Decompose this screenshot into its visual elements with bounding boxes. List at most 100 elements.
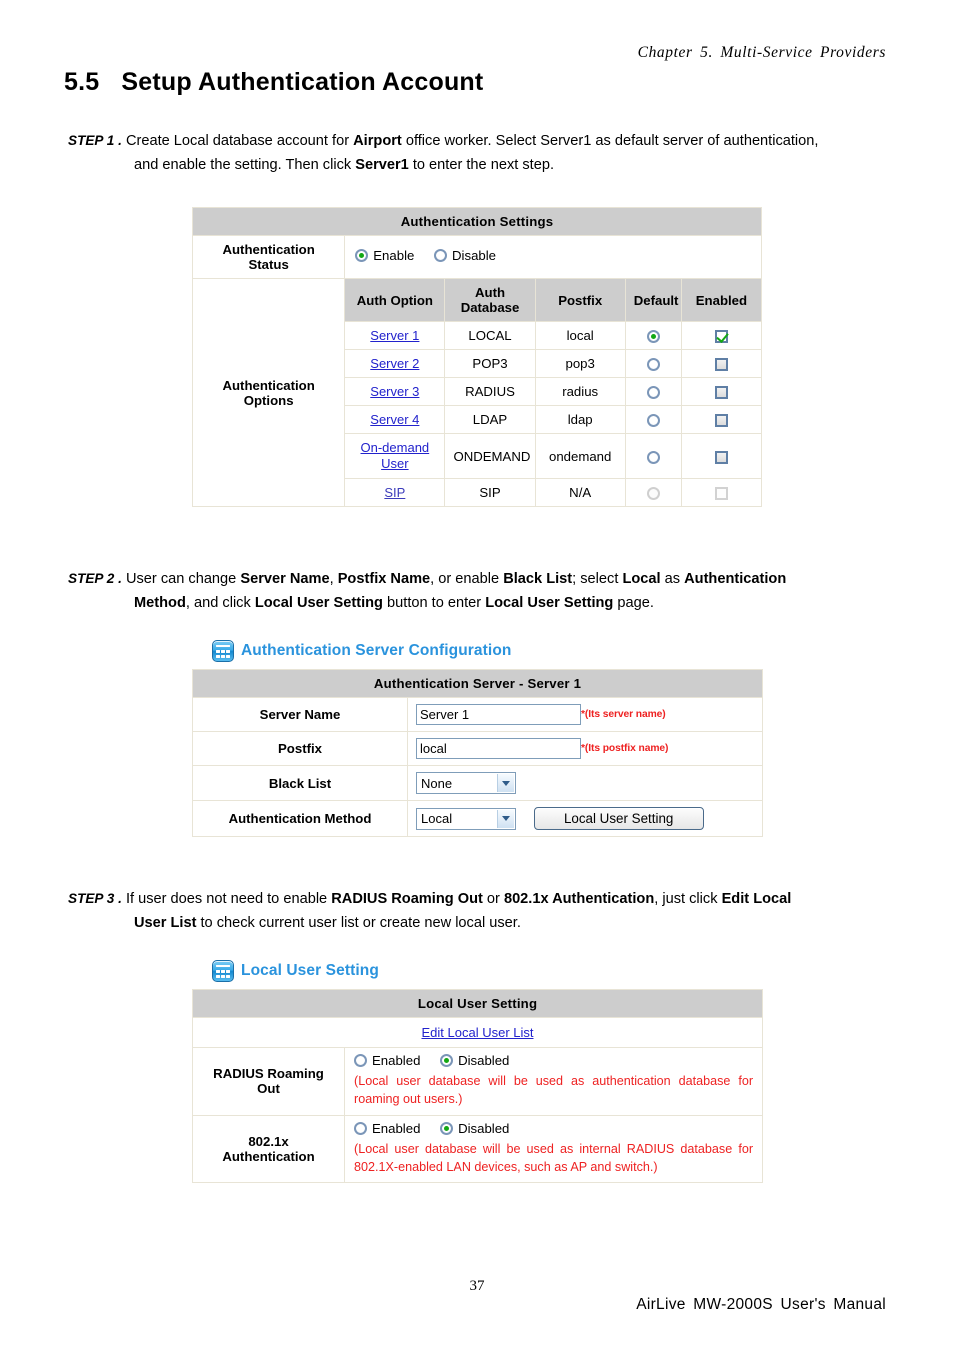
enabled-cell[interactable] bbox=[680, 321, 763, 351]
dot1x-authentication-note: (Local user database will be used as int… bbox=[354, 1141, 754, 1174]
auth-option-cell[interactable]: Server 2 bbox=[344, 349, 446, 379]
server-4-link[interactable]: Server 4 bbox=[370, 412, 419, 427]
local-user-setting-button[interactable]: Local User Setting bbox=[533, 807, 704, 830]
default-radio-disabled bbox=[646, 487, 660, 501]
default-cell bbox=[624, 478, 682, 508]
postfix-input[interactable]: local bbox=[416, 738, 581, 759]
dot1x-enabled-radio[interactable] bbox=[354, 1121, 367, 1135]
authentication-method-value: Local bbox=[421, 811, 453, 826]
status-disable-radio[interactable] bbox=[434, 249, 448, 263]
edit-local-user-list-cell[interactable]: Edit Local User List bbox=[191, 1017, 764, 1048]
auth-option-cell[interactable]: SIP bbox=[344, 478, 446, 508]
status-enable-radio[interactable] bbox=[355, 249, 369, 263]
default-cell[interactable] bbox=[624, 377, 682, 407]
enabled-cell[interactable] bbox=[680, 377, 763, 407]
auth-database-cell: LOCAL bbox=[444, 321, 536, 351]
default-cell[interactable] bbox=[624, 321, 682, 351]
step-2-text-h: Local bbox=[622, 571, 661, 587]
radius-roaming-out-cell: Enabled Disabled (Local user database wi… bbox=[343, 1047, 764, 1116]
enabled-checkbox[interactable] bbox=[714, 414, 728, 428]
default-cell[interactable] bbox=[624, 349, 682, 379]
radius-disabled-radio[interactable] bbox=[440, 1054, 454, 1068]
enabled-cell[interactable] bbox=[680, 349, 763, 379]
local-user-setting-panel-title: Local User Setting bbox=[212, 960, 762, 982]
step-3-text-e: , just click bbox=[654, 891, 722, 907]
enabled-checkbox[interactable] bbox=[714, 330, 728, 344]
step-2-tag: STEP 2 . bbox=[68, 571, 122, 586]
default-cell[interactable] bbox=[624, 405, 682, 435]
authentication-options-label: Authentication Options bbox=[222, 377, 315, 408]
radius-enabled-option[interactable]: Enabled bbox=[354, 1054, 420, 1067]
dot1x-disabled-radio[interactable] bbox=[440, 1121, 454, 1135]
dot1x-disabled-label: Disabled bbox=[458, 1120, 510, 1136]
postfix-cell: ldap bbox=[534, 405, 626, 435]
table-caption-row: Authentication Server - Server 1 bbox=[192, 669, 763, 698]
black-list-select[interactable]: None bbox=[416, 772, 516, 794]
auth-database-cell: ONDEMAND bbox=[444, 433, 536, 480]
dot1x-enabled-option[interactable]: Enabled bbox=[354, 1121, 420, 1135]
server-2-link[interactable]: Server 2 bbox=[370, 356, 419, 371]
enabled-cell[interactable] bbox=[680, 405, 763, 435]
auth-option-cell[interactable]: Server 3 bbox=[344, 377, 446, 407]
step-2-text-cont: Method, and click Local User Setting but… bbox=[68, 592, 890, 615]
default-radio[interactable] bbox=[646, 358, 660, 372]
auth-option-cell[interactable]: On-demand User bbox=[344, 433, 446, 480]
grid-icon bbox=[212, 640, 234, 662]
step-2-text-a: User can change bbox=[125, 571, 241, 587]
server-name-hint: *(Its server name) bbox=[581, 708, 666, 720]
step-1-tag: STEP 1 . bbox=[68, 133, 122, 148]
postfix-cell: ondemand bbox=[534, 433, 626, 480]
radius-enabled-radio[interactable] bbox=[354, 1054, 367, 1068]
default-cell[interactable] bbox=[624, 433, 682, 480]
auth-options-header-row: Authentication Options Auth Option Auth D… bbox=[191, 277, 763, 508]
authentication-method-select[interactable]: Local bbox=[416, 807, 516, 830]
black-list-label: Black List bbox=[192, 765, 408, 801]
default-radio[interactable] bbox=[646, 386, 660, 400]
step-2-text-f: Black List bbox=[503, 571, 573, 587]
auth-option-cell[interactable]: Server 4 bbox=[344, 405, 446, 435]
authentication-status-row: Authentication Status Enable Disable bbox=[191, 235, 762, 279]
enabled-checkbox[interactable] bbox=[714, 386, 728, 400]
dot1x-authentication-options: Enabled Disabled bbox=[354, 1120, 753, 1138]
dot1x-disabled-option[interactable]: Disabled bbox=[440, 1120, 510, 1136]
radius-roaming-out-options: Enabled Disabled bbox=[354, 1054, 753, 1070]
step-3-text-d: 802.1x Authentication bbox=[503, 891, 655, 907]
chevron-down-icon[interactable] bbox=[497, 809, 514, 828]
enabled-checkbox[interactable] bbox=[714, 358, 728, 372]
default-radio[interactable] bbox=[646, 330, 660, 344]
server-name-input[interactable]: Server 1 bbox=[416, 704, 581, 725]
radius-disabled-option[interactable]: Disabled bbox=[440, 1054, 509, 1067]
auth-option-cell[interactable]: Server 1 bbox=[344, 321, 446, 351]
column-header-auth-database: Auth Database bbox=[444, 277, 536, 323]
default-radio[interactable] bbox=[646, 450, 660, 464]
step-3-text-cont: User List to check current user list or … bbox=[68, 912, 890, 935]
table-caption-row: Local User Setting bbox=[191, 989, 764, 1018]
status-disable-option[interactable]: Disable bbox=[434, 249, 496, 262]
edit-local-user-list-link[interactable]: Edit Local User List bbox=[422, 1025, 534, 1040]
step-2-paragraph: STEP 2 . User can change Server Name, Po… bbox=[68, 568, 890, 614]
step-2-text-m: Local User Setting bbox=[254, 594, 383, 611]
on-demand-user-link[interactable]: On-demand User bbox=[361, 440, 430, 471]
step-1-text-cont: and enable the setting. Then click Serve… bbox=[68, 154, 890, 177]
dot1x-authentication-cell: Enabled Disabled (Local user database wi… bbox=[343, 1114, 764, 1184]
radius-enabled-label: Enabled bbox=[372, 1053, 421, 1068]
sip-link[interactable]: SIP bbox=[384, 485, 405, 500]
authentication-server-caption: Authentication Server - Server 1 bbox=[192, 669, 763, 698]
black-list-row: Black List None bbox=[192, 765, 763, 801]
step-2-text-j: Authentication bbox=[684, 571, 787, 587]
auth-database-cell: SIP bbox=[444, 478, 536, 508]
dot1x-authentication-row: 802.1x Authentication Enabled Disabled (… bbox=[192, 1114, 764, 1184]
server-1-link[interactable]: Server 1 bbox=[370, 328, 419, 343]
default-radio[interactable] bbox=[646, 414, 660, 428]
step-2-text-n: button to enter bbox=[382, 594, 486, 611]
authentication-settings-caption: Authentication Settings bbox=[192, 207, 762, 236]
server-3-link[interactable]: Server 3 bbox=[370, 384, 419, 399]
step-2-text: User can change Server Name, Postfix Nam… bbox=[126, 571, 786, 587]
status-enable-option[interactable]: Enable bbox=[355, 249, 414, 262]
column-header-enabled: Enabled bbox=[680, 277, 763, 323]
status-disable-label: Disable bbox=[452, 247, 496, 263]
enabled-cell[interactable] bbox=[680, 433, 763, 480]
enabled-checkbox[interactable] bbox=[714, 450, 728, 464]
step-3-text-b: RADIUS Roaming Out bbox=[331, 891, 483, 907]
chevron-down-icon[interactable] bbox=[497, 774, 514, 792]
